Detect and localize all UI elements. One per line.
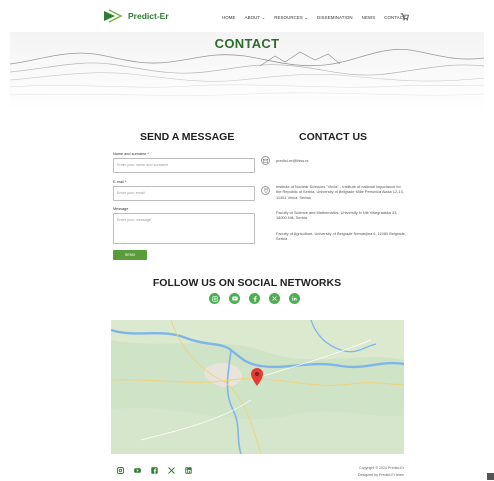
linkedin-icon[interactable] bbox=[185, 467, 192, 474]
name-label: Name and surname * bbox=[113, 152, 149, 156]
name-input[interactable]: Enter your name and surname bbox=[113, 158, 255, 173]
footer-social-links bbox=[117, 467, 192, 474]
logo-mark-icon bbox=[104, 9, 123, 23]
location-pin-icon bbox=[261, 186, 270, 195]
contact-email[interactable]: predict-er@ibiss.rs bbox=[276, 158, 406, 163]
logo-text: Predict-Er bbox=[128, 11, 169, 21]
x-icon[interactable] bbox=[168, 467, 175, 474]
nav-about[interactable]: ABOUT ⌄ bbox=[245, 15, 266, 21]
linkedin-icon[interactable] bbox=[289, 293, 300, 304]
email-label: E-mail * bbox=[113, 180, 127, 184]
nav-home[interactable]: HOME bbox=[222, 15, 236, 21]
main-nav: HOME ABOUT ⌄ RESOURCES ⌄ DISSEMINATION N… bbox=[222, 15, 406, 21]
instagram-icon[interactable] bbox=[117, 467, 124, 474]
send-message-heading: SEND A MESSAGE bbox=[140, 131, 235, 143]
page-title: CONTACT bbox=[214, 36, 280, 51]
location-map[interactable] bbox=[111, 320, 404, 454]
designer-credit: Designed by Predict-Er team bbox=[358, 473, 404, 477]
youtube-icon[interactable] bbox=[229, 293, 240, 304]
cart-icon[interactable] bbox=[400, 12, 409, 21]
scroll-top-button[interactable] bbox=[487, 473, 494, 480]
social-links bbox=[209, 293, 300, 304]
copyright-text: Copyright © 2024 Predict-Er bbox=[359, 466, 404, 470]
address-vinca: Institute of Nuclear Sciences "Vinča" - … bbox=[276, 184, 404, 200]
instagram-icon[interactable] bbox=[209, 293, 220, 304]
address-belgrade: Faculty of Agriculture, University of Be… bbox=[276, 231, 406, 242]
address-nis: Faculty of Science and Mathematics, Univ… bbox=[276, 210, 398, 221]
message-textarea[interactable]: Enter your message bbox=[113, 213, 255, 244]
facebook-icon[interactable] bbox=[151, 467, 158, 474]
email-icon bbox=[261, 156, 270, 165]
nav-dissemination[interactable]: DISSEMINATION bbox=[317, 15, 353, 21]
message-label: Message bbox=[113, 207, 129, 211]
nav-news[interactable]: NEWS bbox=[362, 15, 376, 21]
site-logo[interactable]: Predict-Er bbox=[103, 9, 169, 23]
x-icon[interactable] bbox=[269, 293, 280, 304]
send-button[interactable]: SEND bbox=[113, 250, 147, 260]
email-input[interactable]: Enter your email bbox=[113, 186, 255, 201]
youtube-icon[interactable] bbox=[134, 467, 141, 474]
facebook-icon[interactable] bbox=[249, 293, 260, 304]
contact-us-heading: CONTACT US bbox=[299, 131, 368, 143]
nav-resources[interactable]: RESOURCES ⌄ bbox=[274, 15, 308, 21]
follow-heading: FOLLOW US ON SOCIAL NETWORKS bbox=[152, 277, 342, 289]
